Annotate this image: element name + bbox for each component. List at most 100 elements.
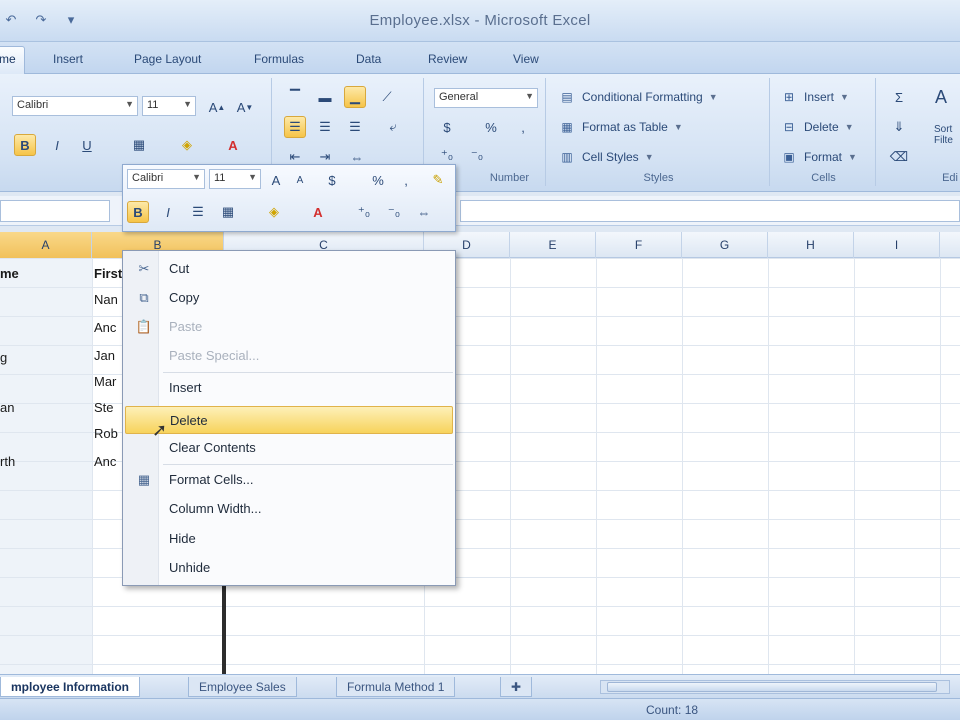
tab-formulas[interactable]: Formulas (246, 50, 312, 72)
sheet-tab-employee-sales[interactable]: Employee Sales (188, 677, 297, 697)
tab-page-layout[interactable]: Page Layout (126, 50, 209, 72)
menu-item-copy[interactable]: ⧉ Copy (125, 284, 453, 312)
currency-icon[interactable]: $ (436, 116, 458, 138)
mini-merge-icon[interactable]: ⇔ (413, 201, 435, 223)
mini-decrease-decimal-icon[interactable]: ⁻₀ (383, 201, 405, 223)
mini-increase-decimal-icon[interactable]: ⁺₀ (353, 201, 375, 223)
menu-item-hide[interactable]: Hide (125, 525, 453, 553)
menu-item-format-cells[interactable]: ▦ Format Cells... (125, 466, 453, 494)
tab-data[interactable]: Data (348, 50, 389, 72)
tab-home[interactable]: me (0, 46, 25, 75)
name-box[interactable] (0, 200, 110, 222)
tab-view[interactable]: View (505, 50, 547, 72)
format-cells-button[interactable]: ▣ Format ▼ (780, 146, 857, 168)
menu-item-insert[interactable]: Insert (125, 374, 453, 402)
cell-b2[interactable]: Nan (94, 292, 118, 307)
cell-b5[interactable]: Mar (94, 374, 116, 389)
align-center-icon[interactable]: ☰ (314, 116, 336, 138)
font-size-combo[interactable]: 11 ▼ (142, 96, 196, 116)
menu-item-paste[interactable]: 📋 Paste (125, 313, 453, 341)
align-left-icon[interactable]: ☰ (284, 116, 306, 138)
menu-item-column-width[interactable]: Column Width... (125, 495, 453, 523)
menu-item-label: Insert (169, 380, 202, 395)
mini-font-color-icon[interactable]: A (307, 201, 329, 223)
mini-borders-icon[interactable]: ▦ (217, 201, 239, 223)
mini-format-painter-icon[interactable]: ✎ (427, 169, 449, 191)
column-header-g[interactable]: G (682, 232, 768, 258)
number-format-combo[interactable]: General ▼ (434, 88, 538, 108)
mini-font-size-combo[interactable]: 11 ▼ (209, 169, 261, 189)
cell-a1[interactable]: me (0, 266, 19, 281)
mini-bold-icon[interactable]: B (127, 201, 149, 223)
bold-icon[interactable]: B (14, 134, 36, 156)
horizontal-scrollbar[interactable] (600, 680, 950, 694)
orientation-icon[interactable]: ⟋ (376, 86, 398, 108)
grow-font-icon[interactable]: A ▲ (206, 96, 228, 118)
insert-cells-button[interactable]: ⊞ Insert ▼ (780, 86, 849, 108)
cell-b7[interactable]: Rob (94, 426, 118, 441)
cell-styles-button[interactable]: ▥ Cell Styles ▼ (558, 146, 653, 168)
decrease-decimal-icon[interactable]: ⁻₀ (466, 144, 488, 166)
comma-style-icon[interactable]: , (512, 116, 534, 138)
chevron-down-icon: ▼ (248, 172, 257, 182)
insert-cells-label: Insert (804, 90, 835, 104)
shrink-font-icon[interactable]: A ▼ (234, 96, 256, 118)
menu-item-unhide[interactable]: Unhide (125, 554, 453, 582)
formula-input[interactable] (460, 200, 960, 222)
menu-item-cut[interactable]: ✂ Cut (125, 255, 453, 283)
align-top-icon[interactable]: ▔ (284, 86, 306, 108)
borders-icon[interactable]: ▦ (128, 134, 150, 156)
menu-item-paste-special[interactable]: Paste Special... (125, 342, 453, 370)
mini-grow-font-icon[interactable]: A (265, 169, 287, 191)
insert-sheet-icon[interactable]: ✚ (500, 677, 532, 697)
clear-icon[interactable]: ⌫ (888, 146, 910, 168)
mini-italic-icon[interactable]: I (157, 201, 179, 223)
cells-group-label: Cells (811, 172, 836, 184)
sheet-tab-employee-information[interactable]: mployee Information (0, 677, 141, 697)
fill-icon[interactable]: ⇓ (888, 116, 910, 138)
sort-filter-icon[interactable]: A (930, 86, 952, 108)
font-color-icon[interactable]: A (222, 134, 244, 156)
column-header-i[interactable]: I (854, 232, 940, 258)
wrap-text-icon[interactable]: ⤶ (382, 116, 404, 138)
cell-b8[interactable]: Anc (94, 454, 116, 469)
cell-b4[interactable]: Jan (94, 348, 115, 363)
mini-shrink-font-icon[interactable]: A (289, 169, 311, 191)
cells-group: ⊞ Insert ▼ ⊟ Delete ▼ ▣ Format ▼ Cells (772, 78, 876, 186)
format-as-table-button[interactable]: ▦ Format as Table ▼ (558, 116, 682, 138)
column-header-f[interactable]: F (596, 232, 682, 258)
menu-item-delete[interactable]: Delete (125, 406, 453, 434)
fill-color-icon[interactable]: ◈ (176, 134, 198, 156)
delete-cells-button[interactable]: ⊟ Delete ▼ (780, 116, 854, 138)
italic-icon[interactable]: I (46, 134, 68, 156)
mini-fill-color-icon[interactable]: ◈ (263, 201, 285, 223)
cell-b1[interactable]: First (94, 266, 122, 281)
font-name-combo[interactable]: Calibri ▼ (12, 96, 138, 116)
align-right-icon[interactable]: ☰ (344, 116, 366, 138)
tab-insert[interactable]: Insert (45, 50, 91, 72)
mini-align-center-icon[interactable]: ☰ (187, 201, 209, 223)
conditional-formatting-button[interactable]: ▤ Conditional Formatting ▼ (558, 86, 717, 108)
menu-item-clear-contents[interactable]: Clear Contents (125, 434, 453, 462)
scrollbar-thumb[interactable] (607, 682, 937, 692)
align-bottom-icon[interactable]: ▁ (344, 86, 366, 108)
sheet-tab-formula-method[interactable]: Formula Method 1 (336, 677, 456, 697)
mini-comma-icon[interactable]: , (395, 169, 417, 191)
autosum-icon[interactable]: Σ (888, 86, 910, 108)
cell-b6[interactable]: Ste (94, 400, 114, 415)
cell-a8[interactable]: rth (0, 454, 15, 469)
percent-icon[interactable]: % (480, 116, 502, 138)
mini-font-name-combo[interactable]: Calibri ▼ (127, 169, 205, 189)
column-header-a[interactable]: A (0, 232, 92, 258)
increase-decimal-icon[interactable]: ⁺₀ (436, 144, 458, 166)
column-header-h[interactable]: H (768, 232, 854, 258)
cell-b3[interactable]: Anc (94, 320, 116, 335)
cell-a4[interactable]: g (0, 350, 7, 365)
cell-a6[interactable]: an (0, 400, 14, 415)
underline-icon[interactable]: U (76, 134, 98, 156)
mini-currency-icon[interactable]: $ (321, 169, 343, 191)
tab-review[interactable]: Review (420, 50, 475, 72)
column-header-e[interactable]: E (510, 232, 596, 258)
mini-percent-icon[interactable]: % (367, 169, 389, 191)
align-middle-icon[interactable]: ▬ (314, 86, 336, 108)
